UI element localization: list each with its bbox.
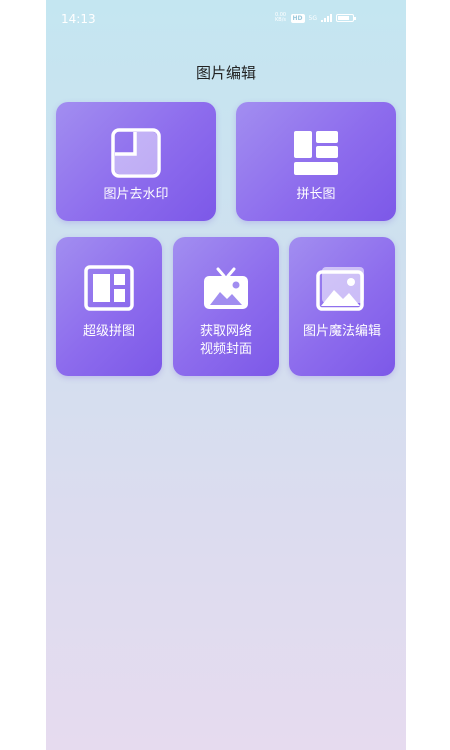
page-title: 图片编辑 — [195, 64, 256, 82]
status-bar: 14:13 0.00 KB/s HD 5G — [46, 0, 406, 36]
hd-badge: HD — [290, 13, 305, 23]
watermark-remove-icon — [110, 127, 162, 183]
status-time: 14:13 — [61, 12, 96, 26]
tool-label: 获取网络 视频封面 — [199, 324, 252, 357]
network-type: 5G — [308, 14, 317, 22]
tool-label: 图片去水印 — [103, 187, 169, 202]
battery-icon — [336, 14, 356, 22]
tool-card-image-magic-edit[interactable]: 图片魔法编辑 — [289, 237, 395, 376]
tool-card-video-cover[interactable]: 获取网络 视频封面 — [173, 237, 279, 376]
status-icons: 0.00 KB/s HD 5G — [274, 12, 356, 23]
tool-label: 拼长图 — [296, 187, 336, 202]
tool-card-super-collage[interactable]: 超级拼图 — [56, 237, 162, 376]
super-collage-icon — [84, 265, 134, 315]
tool-card-long-collage[interactable]: 拼长图 — [236, 102, 396, 221]
tool-label: 图片魔法编辑 — [302, 324, 381, 339]
tool-label: 超级拼图 — [82, 324, 135, 339]
network-speed: 0.00 KB/s — [274, 12, 287, 23]
tool-card-watermark-remove[interactable]: 图片去水印 — [56, 102, 216, 221]
long-collage-icon — [293, 130, 339, 180]
phone-screen: 14:13 0.00 KB/s HD 5G 图片编辑 图片去水印 拼长图 超级拼… — [46, 0, 406, 750]
image-magic-icon — [316, 265, 368, 315]
signal-icon — [321, 14, 332, 22]
video-cover-icon — [202, 267, 250, 315]
